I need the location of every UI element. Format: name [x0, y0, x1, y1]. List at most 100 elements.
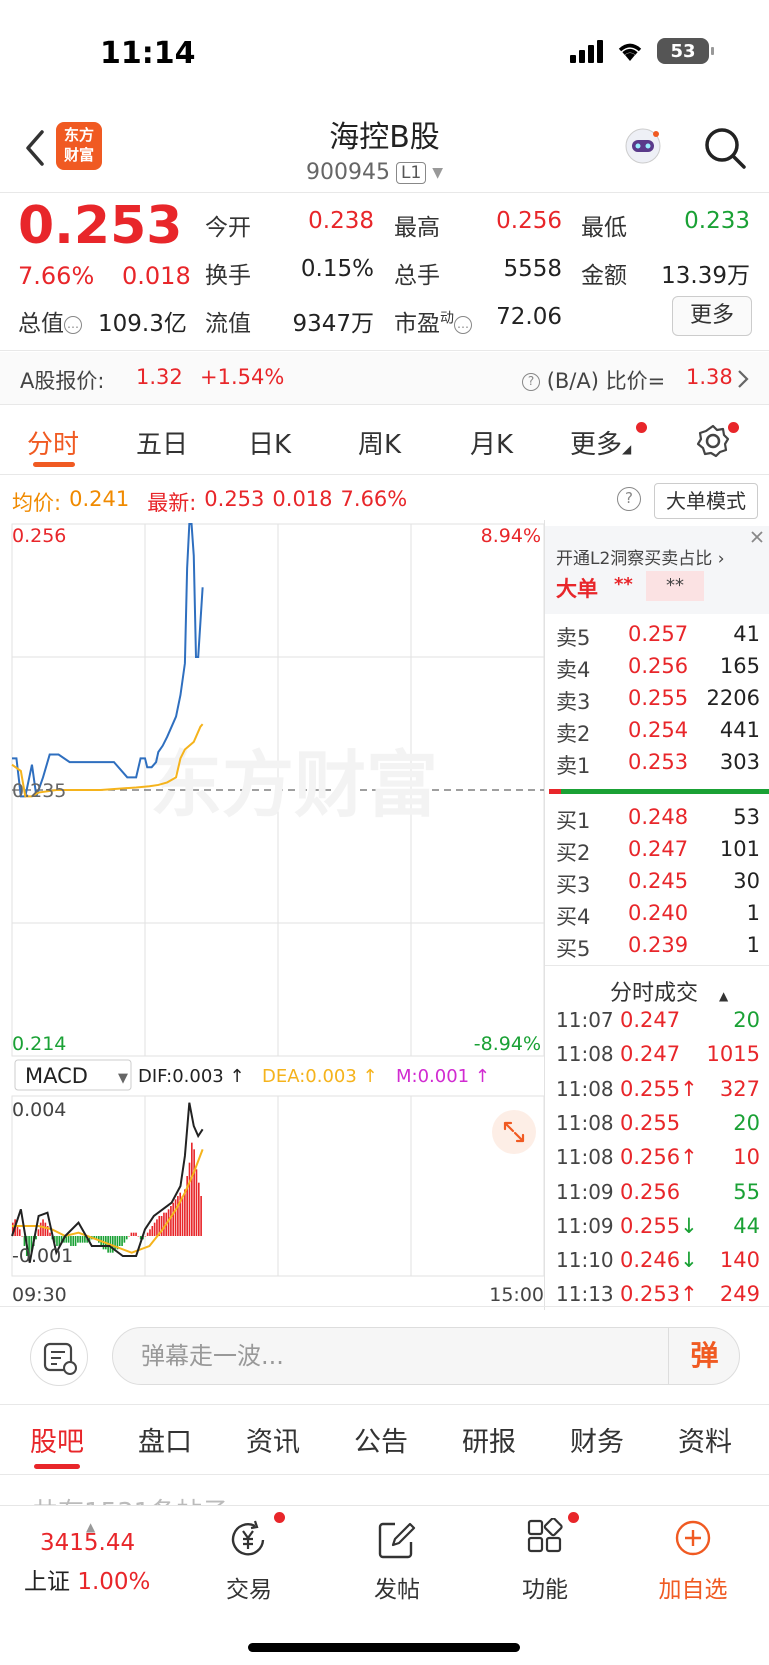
macd-bar — [144, 1236, 147, 1237]
bid-volume: 101 — [719, 837, 760, 861]
bid-price: 0.239 — [628, 933, 689, 957]
divider — [0, 1474, 769, 1475]
macd-m: M:0.001 ↑ — [396, 1066, 490, 1087]
tab-more[interactable]: 更多◢ — [570, 424, 631, 461]
bid-level-label: 买4 — [556, 905, 591, 929]
current-price: 0.253 — [18, 196, 183, 256]
wifi-icon — [618, 43, 642, 61]
info-icon[interactable]: … — [64, 315, 82, 334]
trade-time: 11:09 — [556, 1213, 614, 1238]
macd-bar — [170, 1206, 172, 1236]
macd-bar — [67, 1236, 70, 1243]
big-order-mode-button[interactable]: 大单模式 — [654, 483, 758, 519]
divider — [545, 965, 769, 966]
macd-bar — [156, 1219, 158, 1236]
active-tab-indicator — [34, 1464, 80, 1469]
total-cap-label: 总值… — [18, 304, 82, 338]
y-mid-label: 0.235 — [12, 780, 66, 802]
intraday-chart[interactable]: 东方财富 0.256 0.235 0.214 8.94% -8.94% MACD… — [0, 520, 546, 1310]
l2-promo-text[interactable]: 开通L2洞察买卖占比 › — [556, 544, 725, 569]
more-button[interactable]: 更多 — [672, 296, 752, 336]
edit-icon — [378, 1522, 416, 1559]
macd-bar — [181, 1196, 184, 1236]
nav-trade[interactable]: 交易 — [194, 1518, 304, 1604]
index-widget[interactable]: ▲ 3415.44 上证 1.00% — [24, 1521, 164, 1596]
plus-circle-icon — [675, 1520, 711, 1556]
danmu-input[interactable]: 弹幕走一波... — [112, 1327, 740, 1385]
bid-volume: 30 — [733, 869, 760, 893]
tab-weekly-k[interactable]: 周K — [358, 424, 401, 461]
close-icon[interactable] — [748, 528, 766, 546]
macd-bar — [151, 1226, 154, 1236]
bid-ask-bar — [549, 789, 769, 794]
index-pct: 1.00% — [77, 1569, 151, 1595]
robot-assistant-icon[interactable] — [620, 124, 666, 170]
change-value: 0.018 — [122, 262, 191, 290]
trade-price: 0.247 — [620, 1042, 681, 1067]
ask-level-label: 卖5 — [556, 626, 591, 650]
tab-research[interactable]: 研报 — [462, 1420, 516, 1459]
macd-bar — [137, 1236, 140, 1237]
ask-level-label: 卖2 — [556, 722, 591, 746]
tab-profile[interactable]: 资料 — [678, 1420, 732, 1459]
ask-volume: 2206 — [706, 686, 760, 710]
macd-bar — [191, 1142, 193, 1236]
ask-price: 0.255 — [628, 686, 689, 710]
ask-volume: 303 — [719, 750, 760, 774]
info-icon[interactable]: … — [454, 315, 472, 334]
nav-functions[interactable]: 功能 — [490, 1517, 600, 1604]
tab-announcements[interactable]: 公告 — [354, 1420, 408, 1459]
danmu-settings-button[interactable] — [30, 1328, 88, 1386]
macd-selector-label: MACD — [25, 1064, 88, 1088]
bid-price: 0.248 — [628, 805, 689, 829]
turnover-label: 换手 — [205, 263, 251, 289]
total-cap-value: 109.3亿 — [98, 311, 187, 337]
tab-intraday[interactable]: 分时 — [27, 424, 79, 461]
macd-bar — [153, 1222, 156, 1236]
macd-bar — [200, 1196, 202, 1236]
tab-pankou[interactable]: 盘口 — [138, 1420, 192, 1459]
trade-time: 11:07 — [556, 1008, 614, 1032]
search-icon[interactable] — [702, 125, 748, 171]
trade-time: 11:08 — [556, 1145, 614, 1170]
tab-news[interactable]: 资讯 — [246, 1420, 300, 1459]
trade-price: 0.253↑ — [620, 1282, 698, 1307]
tab-daily-k[interactable]: 日K — [248, 424, 291, 461]
trade-time: 11:09 — [556, 1179, 614, 1204]
trade-price: 0.255↓ — [620, 1213, 698, 1238]
settings-gear-icon[interactable] — [696, 424, 730, 458]
stock-code-selector[interactable]: 900945 L1 ▼ — [306, 160, 443, 185]
macd-y-top: 0.004 — [12, 1099, 66, 1121]
ask-level-label: 卖1 — [556, 754, 591, 778]
pe-value: 72.06 — [496, 304, 562, 330]
expand-button[interactable] — [492, 1110, 536, 1154]
a-share-strip[interactable]: A股报价: 1.32 +1.54% ? (B/A) 比价= 1.38 — [0, 352, 769, 404]
danmu-send-button[interactable]: 弹 — [668, 1328, 740, 1384]
macd-bar — [163, 1212, 165, 1236]
tab-five-day[interactable]: 五日 — [136, 424, 188, 461]
chart-grid — [11, 523, 545, 1277]
battery-icon: 53 — [657, 38, 714, 64]
trades-header[interactable]: 分时成交 ▲ — [610, 975, 728, 1007]
divider — [0, 192, 769, 193]
tab-guba[interactable]: 股吧 — [30, 1420, 84, 1459]
ask-price: 0.254 — [628, 718, 689, 742]
ask-volume: 41 — [733, 622, 760, 646]
trade-volume: 20 — [733, 1008, 760, 1032]
nav-add-watchlist[interactable]: 加自选 — [638, 1518, 748, 1604]
divider — [0, 1404, 769, 1405]
help-icon[interactable]: ? — [522, 373, 540, 391]
nav-post[interactable]: 发帖 — [342, 1518, 452, 1604]
big-order-buy-ratio: ** — [614, 574, 633, 595]
big-order-sell-ratio: ** — [646, 571, 704, 601]
help-icon[interactable]: ? — [617, 487, 641, 511]
active-tab-indicator — [33, 462, 75, 467]
status-time: 11:14 — [100, 36, 196, 71]
tab-monthly-k[interactable]: 月K — [470, 424, 513, 461]
ask-level-label: 卖4 — [556, 658, 591, 682]
tab-finance[interactable]: 财务 — [570, 1420, 624, 1459]
macd-bar — [197, 1182, 200, 1236]
high-value: 0.256 — [496, 208, 562, 234]
turnover-value: 0.15% — [300, 256, 374, 282]
low-label: 最低 — [581, 215, 627, 241]
